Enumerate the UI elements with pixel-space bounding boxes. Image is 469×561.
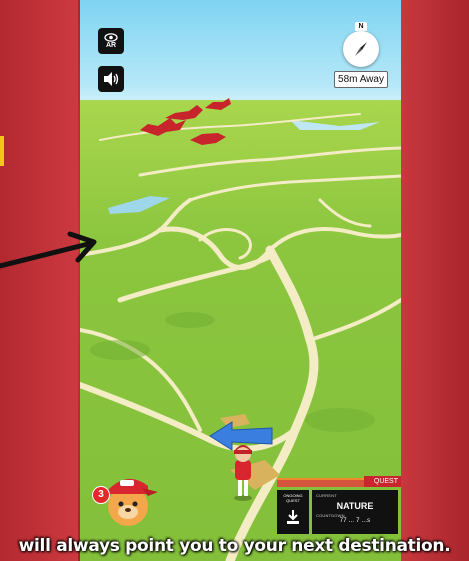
download-icon — [287, 510, 299, 524]
quest-progress-bar — [277, 478, 365, 487]
path-branch-4 — [268, 227, 401, 252]
speaker-icon — [104, 72, 119, 86]
pointer-arrow-icon — [0, 231, 97, 269]
path-branch-7 — [138, 146, 401, 177]
quest-panel[interactable]: QUEST ONGOING QUEST CURRENT NATURE COUNT… — [277, 476, 401, 536]
avatar-button[interactable]: 3 — [92, 468, 158, 526]
compass-widget[interactable]: N 58m Away — [329, 22, 393, 88]
ongoing-quest-button[interactable]: ONGOING QUEST — [277, 490, 309, 534]
path-branch-8 — [308, 298, 401, 342]
current-label: CURRENT — [316, 493, 337, 498]
path-branch-6 — [188, 174, 401, 202]
compass-north-label: N — [355, 22, 367, 31]
notification-badge: 3 — [92, 486, 110, 504]
current-quest-box: CURRENT NATURE COUNTDOWN 77 ... 7 ...s — [312, 490, 398, 534]
compass-icon — [355, 42, 367, 56]
path-branch-2 — [117, 247, 275, 303]
ongoing-quest-label: ONGOING QUEST — [283, 493, 303, 503]
video-frame-left — [0, 0, 78, 561]
countdown-value: 77 ... 7 ...s — [339, 518, 371, 524]
distance-readout: 58m Away — [334, 71, 388, 88]
compass-dial — [343, 31, 379, 67]
ar-label: AR — [105, 42, 117, 49]
sound-toggle-button[interactable] — [98, 66, 124, 92]
quest-header: QUEST — [364, 476, 401, 487]
water-stream — [290, 120, 380, 130]
avatar — [108, 478, 158, 526]
quest-category: NATURE — [336, 501, 374, 511]
video-caption: will always point you to your next desti… — [18, 536, 451, 556]
yellow-edge-marker — [0, 136, 4, 166]
video-frame-right — [401, 0, 469, 561]
red-trees — [140, 98, 231, 145]
path-branch-3 — [157, 226, 273, 270]
water-pond — [108, 196, 170, 214]
ar-toggle-button[interactable]: AR — [98, 28, 124, 54]
path-branch-10 — [318, 198, 372, 228]
eye-icon — [104, 33, 118, 42]
player-character — [234, 445, 252, 501]
